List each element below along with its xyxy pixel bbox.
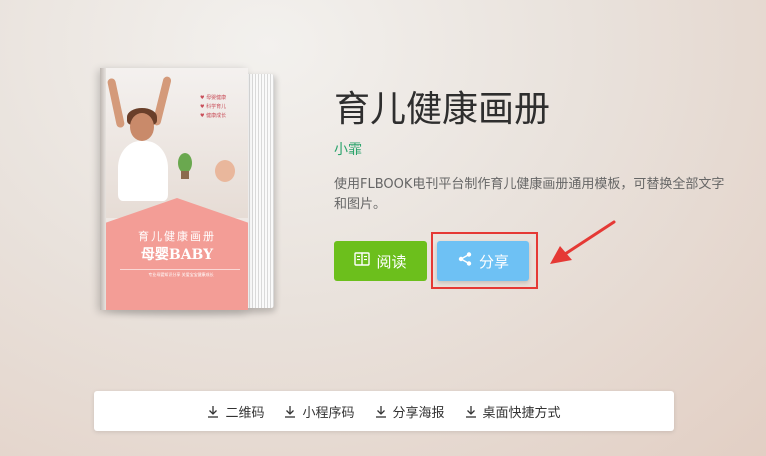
share-poster-label: 分享海报 <box>392 405 445 421</box>
cover-plant <box>178 153 192 173</box>
download-icon <box>207 405 219 418</box>
book-cover[interactable]: ♥ 母婴健康 ♥ 科学育儿 ♥ 健康成长 育儿健康画册 母婴BABY 专业母婴知… <box>100 68 276 316</box>
desktop-shortcut-label: 桌面快捷方式 <box>482 405 561 421</box>
pointer-arrow-icon <box>550 220 616 264</box>
author-name[interactable]: 小霏 <box>334 139 362 159</box>
book-title: 育儿健康画册 <box>334 89 551 130</box>
download-icon <box>375 405 387 418</box>
highlight-box <box>431 232 538 289</box>
book-description: 使用FLBOOK电刊平台制作育儿健康画册通用模板，可替换全部文字和图片。 <box>334 177 725 212</box>
cover-bullet: 母婴健康 <box>206 95 227 101</box>
cover-bullet: 科学育儿 <box>206 104 227 110</box>
cover-mother-head <box>130 113 154 141</box>
miniprogram-code-label: 小程序码 <box>302 405 355 421</box>
book-pages <box>244 74 274 308</box>
qrcode-link[interactable]: 二维码 <box>207 402 264 421</box>
cover-plant-pot <box>181 171 189 179</box>
cover-subtitle: 母婴BABY <box>140 247 214 263</box>
cover-bullets: ♥ 母婴健康 ♥ 科学育儿 ♥ 健康成长 <box>200 95 227 119</box>
download-icon <box>284 405 296 418</box>
bottom-action-bar: 二维码 小程序码 分享海报 桌面快捷方式 <box>94 391 674 431</box>
read-button-label: 阅读 <box>376 252 407 271</box>
cover-baby <box>215 160 235 182</box>
cover-small-text: 专业母婴知识分享 关爱宝宝健康成长 <box>148 272 214 277</box>
download-icon <box>465 405 477 418</box>
miniprogram-code-link[interactable]: 小程序码 <box>284 402 355 421</box>
cover-divider <box>120 269 240 270</box>
cover-mother-body <box>118 141 168 201</box>
cover-bullet: 健康成长 <box>206 113 227 119</box>
desktop-shortcut-link[interactable]: 桌面快捷方式 <box>465 402 561 421</box>
qrcode-label: 二维码 <box>225 405 265 421</box>
book-open-icon <box>354 252 371 270</box>
book-spine <box>100 68 106 310</box>
cover-title: 育儿健康画册 <box>138 230 216 243</box>
share-poster-link[interactable]: 分享海报 <box>375 402 445 421</box>
cover-image: ♥ 母婴健康 ♥ 科学育儿 ♥ 健康成长 育儿健康画册 母婴BABY 专业母婴知… <box>100 68 248 310</box>
read-button[interactable]: 阅读 <box>334 241 427 281</box>
